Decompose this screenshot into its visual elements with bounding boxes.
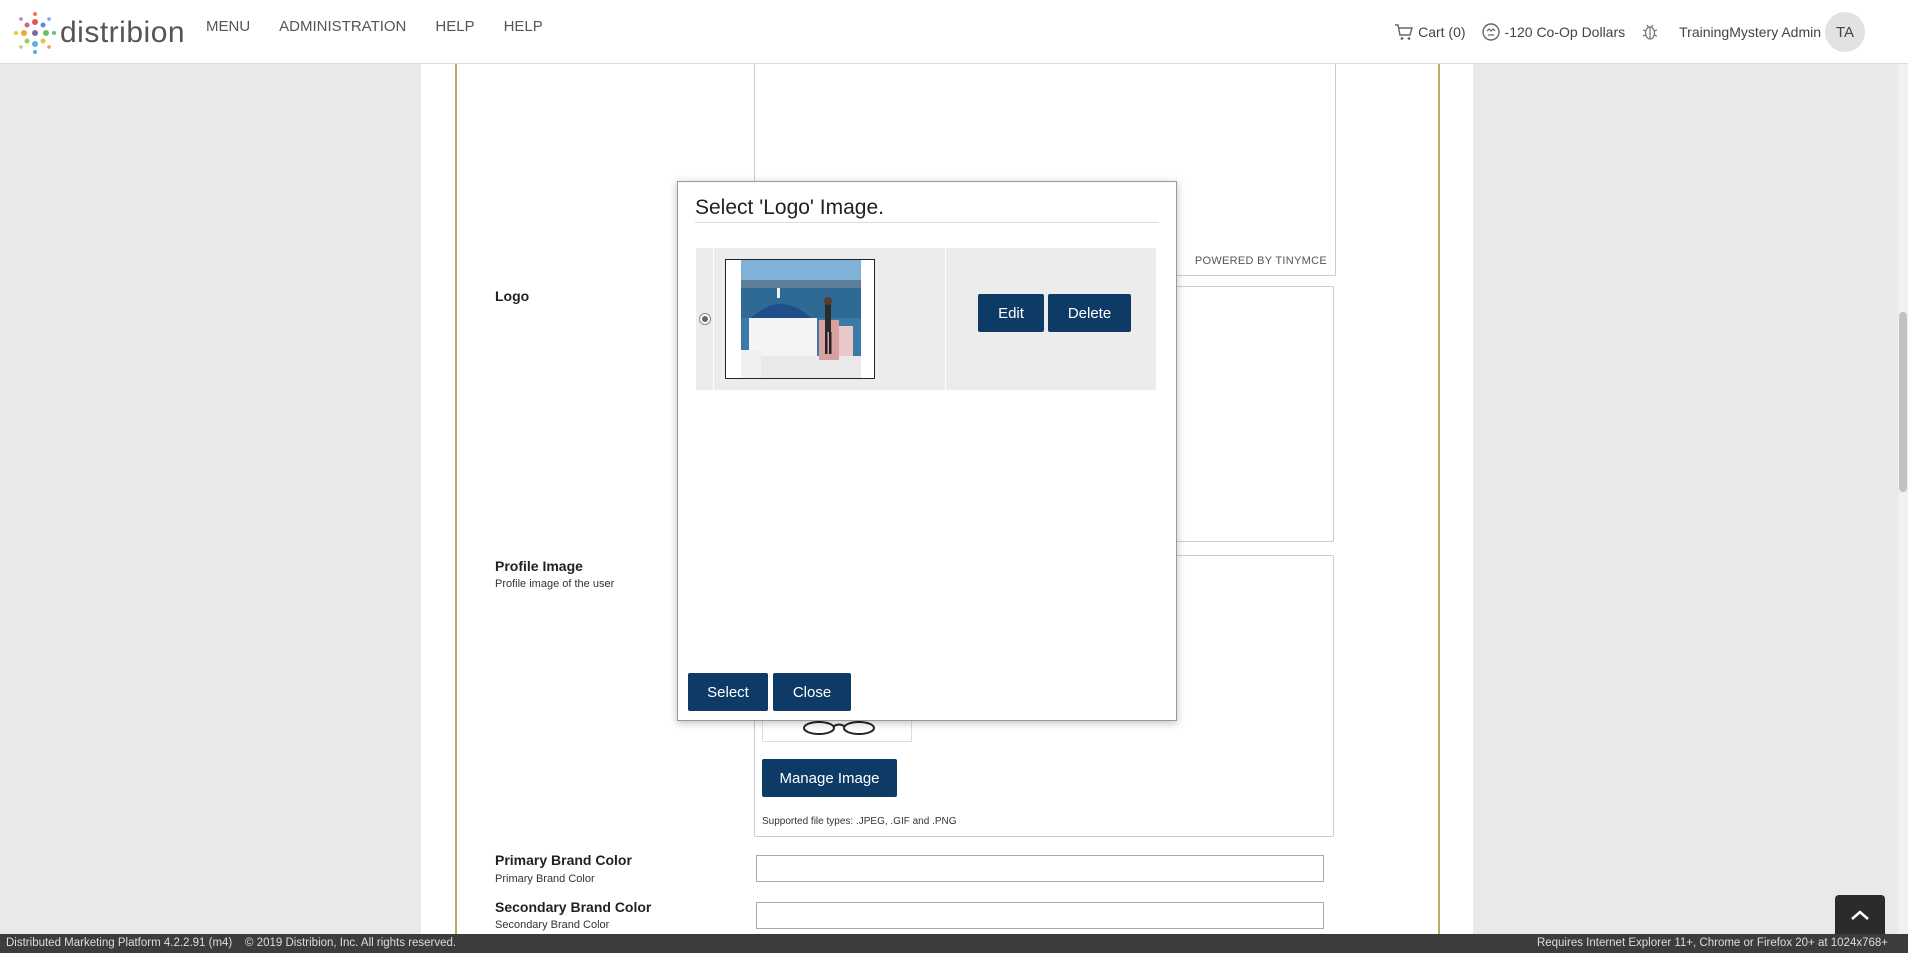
coop-dollars[interactable]: -120 Co-Op Dollars — [1481, 22, 1626, 42]
actions-cell: Edit Delete — [947, 248, 1156, 390]
nav-administration[interactable]: ADMINISTRATION — [279, 18, 406, 35]
footer-copyright: Distributed Marketing Platform 4.2.2.91 … — [6, 937, 457, 949]
cart-icon — [1395, 24, 1414, 40]
secondary-brand-color-input[interactable] — [756, 902, 1324, 929]
primary-brand-color-label: Primary Brand Color — [495, 852, 632, 868]
select-image-modal: Select 'Logo' Image. Edit Delete Select … — [677, 181, 1177, 721]
scrollbar-thumb[interactable] — [1899, 312, 1907, 492]
tinymce-branding[interactable]: POWERED BY TINYMCE — [1195, 255, 1327, 267]
edit-button[interactable]: Edit — [978, 294, 1044, 332]
secondary-brand-color-label: Secondary Brand Color — [495, 899, 652, 915]
delete-button[interactable]: Delete — [1048, 294, 1131, 332]
footer-requirements: Requires Internet Explorer 11+, Chrome o… — [1536, 937, 1888, 949]
nav-help[interactable]: HELP — [435, 18, 474, 35]
secondary-brand-color-desc: Secondary Brand Color — [495, 919, 610, 931]
footer: Distributed Marketing Platform 4.2.2.91 … — [0, 934, 1908, 953]
select-button[interactable]: Select — [688, 673, 768, 711]
user-menu[interactable]: TrainingMystery Admin — [1679, 24, 1821, 40]
modal-title: Select 'Logo' Image. — [695, 196, 884, 219]
logo-text: distribion — [60, 16, 186, 49]
modal-divider — [695, 222, 1159, 223]
logo-label: Logo — [495, 288, 530, 304]
page-scrollbar[interactable] — [1898, 64, 1908, 934]
supported-file-types: Supported file types: .JPEG, .GIF and .P… — [762, 816, 957, 827]
cart-link[interactable]: Cart (0) — [1394, 22, 1466, 42]
coop-coin-icon — [1481, 23, 1500, 41]
distribion-logo[interactable]: distribion — [12, 10, 185, 56]
image-radio-button[interactable] — [698, 313, 711, 325]
chevron-up-icon — [1851, 910, 1869, 920]
nav-right-group: Cart (0) -120 Co-Op Dollars TrainingMyst… — [1394, 0, 1908, 64]
back-to-top-button[interactable] — [1835, 895, 1885, 935]
logo-mark-icon — [14, 12, 56, 54]
profile-image-desc: Profile image of the user — [495, 578, 615, 590]
close-button[interactable]: Close — [773, 673, 851, 711]
primary-brand-color-input[interactable] — [756, 855, 1324, 882]
thumbnail-cell — [714, 248, 946, 390]
user-name: TrainingMystery Admin — [1679, 24, 1821, 40]
image-thumbnail[interactable] — [725, 259, 875, 379]
image-row: Edit Delete — [696, 248, 1156, 390]
nav-help-2[interactable]: HELP — [504, 18, 543, 35]
santorini-photo-icon — [741, 260, 861, 378]
primary-brand-color-desc: Primary Brand Color — [495, 873, 595, 885]
main-nav: MENU ADMINISTRATION HELP HELP — [206, 18, 543, 35]
bug-report-button[interactable] — [1640, 22, 1664, 42]
bug-icon — [1642, 24, 1658, 40]
coop-label: -120 Co-Op Dollars — [1504, 24, 1626, 40]
top-navbar: distribion MENU ADMINISTRATION HELP HELP… — [0, 0, 1908, 64]
radio-cell — [696, 248, 714, 390]
manage-image-button[interactable]: Manage Image — [762, 759, 897, 797]
cart-label: Cart (0) — [1418, 24, 1466, 40]
avatar[interactable]: TA — [1825, 12, 1865, 52]
nav-menu[interactable]: MENU — [206, 18, 250, 35]
profile-image-label: Profile Image — [495, 558, 583, 574]
